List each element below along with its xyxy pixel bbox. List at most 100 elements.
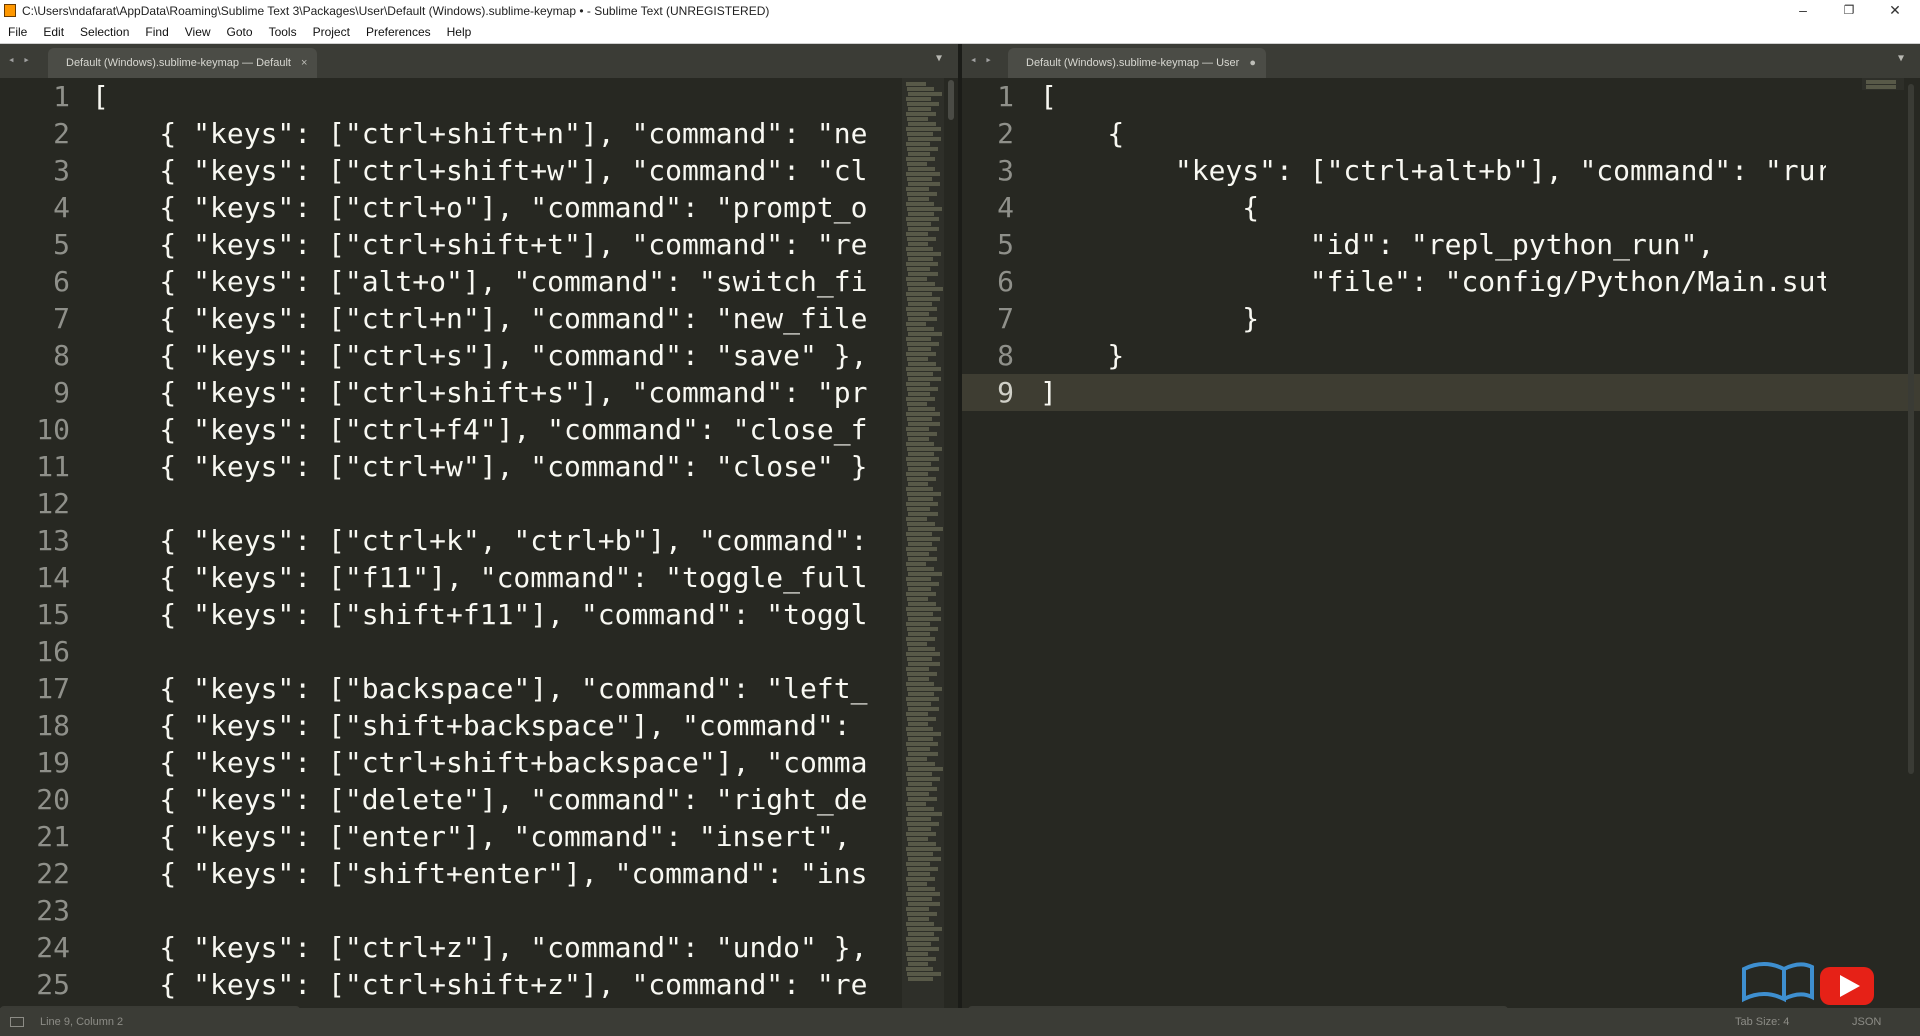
- code-line[interactable]: [: [1040, 78, 1057, 115]
- code-line[interactable]: { "keys": ["ctrl+shift+w"], "command": "…: [92, 152, 867, 189]
- status-cursor-position: Line 9, Column 2: [40, 1016, 124, 1028]
- panel-toggle-icon[interactable]: [10, 1017, 24, 1027]
- minimap-row: [908, 452, 934, 456]
- status-tab-size[interactable]: Tab Size: 4: [1735, 1016, 1789, 1028]
- minimap-row: [906, 502, 938, 506]
- left-tab-dropdown-icon[interactable]: ▼: [936, 53, 942, 64]
- code-line[interactable]: { "keys": ["shift+backspace"], "command"…: [92, 707, 850, 744]
- code-line[interactable]: { "keys": ["shift+f11"], "command": "tog…: [92, 596, 867, 633]
- minimap-row: [907, 792, 929, 796]
- code-line[interactable]: ]: [1040, 374, 1057, 411]
- menu-item-find[interactable]: Find: [137, 22, 176, 39]
- code-line[interactable]: { "keys": ["backspace"], "command": "lef…: [92, 670, 867, 707]
- minimap-row: [906, 172, 940, 176]
- minimap-row: [908, 617, 941, 621]
- menu-item-project[interactable]: Project: [305, 22, 358, 39]
- close-button[interactable]: ✕: [1872, 0, 1918, 22]
- minimap-row: [906, 517, 927, 521]
- right-minimap[interactable]: [1862, 78, 1904, 90]
- code-line[interactable]: { "keys": ["f11"], "command": "toggle_fu…: [92, 559, 867, 596]
- code-line[interactable]: { "keys": ["ctrl+shift+n"], "command": "…: [92, 115, 867, 152]
- left-minimap[interactable]: [902, 78, 944, 1008]
- code-line[interactable]: "id": "repl_python_run",: [1040, 226, 1715, 263]
- minimap-row: [907, 747, 930, 751]
- minimap-row: [907, 702, 931, 706]
- minimap-row: [906, 682, 934, 686]
- code-line[interactable]: { "keys": ["ctrl+shift+t"], "command": "…: [92, 226, 867, 263]
- minimap-row: [906, 877, 935, 881]
- code-line[interactable]: { "keys": ["ctrl+z"], "command": "undo" …: [92, 929, 867, 966]
- tab-user-keymap[interactable]: Default (Windows).sublime-keymap — User ●: [1008, 48, 1266, 78]
- code-line[interactable]: { "keys": ["ctrl+shift+z"], "command": "…: [92, 966, 867, 1003]
- line-number: 24: [36, 931, 70, 964]
- minimap-row: [907, 312, 929, 316]
- tab-label: Default (Windows).sublime-keymap — Defau…: [66, 57, 291, 69]
- minimap-row: [907, 582, 939, 586]
- menu-item-goto[interactable]: Goto: [219, 22, 261, 39]
- minimap-row: [907, 387, 938, 391]
- tab-default-keymap[interactable]: Default (Windows).sublime-keymap — Defau…: [48, 48, 318, 78]
- code-line[interactable]: { "keys": ["ctrl+f4"], "command": "close…: [92, 411, 867, 448]
- code-line[interactable]: }: [1040, 337, 1124, 374]
- code-line[interactable]: { "keys": ["enter"], "command": "insert"…: [92, 818, 850, 855]
- code-line[interactable]: { "keys": ["shift+enter"], "command": "i…: [92, 855, 867, 892]
- line-number: 5: [53, 228, 70, 261]
- minimap-row: [908, 347, 931, 351]
- left-tab-nav-arrows[interactable]: ◂ ▸: [8, 53, 31, 66]
- right-code-area[interactable]: [ { "keys": ["ctrl+alt+b"], "command": "…: [1040, 78, 1826, 1008]
- right-tab-dropdown-icon[interactable]: ▼: [1898, 53, 1904, 64]
- minimap-row: [908, 647, 935, 651]
- line-number: 4: [997, 191, 1014, 224]
- channel-logo-watermark: [1742, 962, 1874, 1005]
- line-number: 8: [53, 339, 70, 372]
- minimap-row: [908, 632, 930, 636]
- minimap-row: [907, 807, 934, 811]
- menu-item-preferences[interactable]: Preferences: [358, 22, 439, 39]
- minimap-row: [906, 262, 938, 266]
- code-line[interactable]: { "keys": ["ctrl+s"], "command": "save" …: [92, 337, 867, 374]
- menu-item-help[interactable]: Help: [439, 22, 480, 39]
- minimap-row: [908, 827, 931, 831]
- code-line[interactable]: "file": "config/Python/Main.sut: [1040, 263, 1826, 300]
- menu-item-view[interactable]: View: [177, 22, 219, 39]
- left-code-area[interactable]: [ { "keys": ["ctrl+shift+n"], "command":…: [92, 78, 900, 1008]
- menu-item-selection[interactable]: Selection: [72, 22, 137, 39]
- code-line[interactable]: [: [92, 78, 109, 115]
- code-line[interactable]: { "keys": ["ctrl+k", "ctrl+b"], "command…: [92, 522, 867, 559]
- menu-item-edit[interactable]: Edit: [35, 22, 72, 39]
- line-number: 2: [997, 117, 1014, 150]
- right-vertical-scrollbar[interactable]: [1908, 84, 1914, 774]
- code-line[interactable]: { "keys": ["alt+o"], "command": "switch_…: [92, 263, 867, 300]
- menu-item-file[interactable]: File: [0, 22, 35, 39]
- tab-close-icon[interactable]: ×: [301, 57, 307, 69]
- minimap-row: [908, 377, 941, 381]
- menu-item-tools[interactable]: Tools: [261, 22, 305, 39]
- code-line[interactable]: "keys": ["ctrl+alt+b"], "command": "rur: [1040, 152, 1826, 189]
- code-line[interactable]: { "keys": ["ctrl+o"], "command": "prompt…: [92, 189, 867, 226]
- line-number: 20: [36, 783, 70, 816]
- left-editor-pane[interactable]: 1 2 3 4 5 6 7 8 9 10 11 12 13 14 15 16 17 18 19 20 21 22 23 24 2…: [0, 78, 958, 1008]
- line-number: 25: [36, 968, 70, 1001]
- minimap-row: [907, 882, 927, 886]
- code-line[interactable]: { "keys": ["delete"], "command": "right_…: [92, 781, 867, 818]
- code-line[interactable]: { "keys": ["ctrl+shift+s"], "command": "…: [92, 374, 867, 411]
- minimap-row: [907, 432, 937, 436]
- minimap-row: [907, 612, 933, 616]
- code-line[interactable]: {: [1040, 189, 1259, 226]
- right-editor-pane[interactable]: 1 2 3 4 5 6 7 8 9 [ { "keys": ["ctrl+alt+b"], "c…: [962, 78, 1920, 1008]
- minimap-row: [907, 912, 937, 916]
- tab-dirty-icon[interactable]: ●: [1249, 57, 1256, 69]
- minimize-button[interactable]: –: [1780, 0, 1826, 22]
- left-vertical-scrollbar[interactable]: [948, 80, 954, 120]
- status-syntax[interactable]: JSON: [1852, 1016, 1881, 1028]
- right-tab-nav-arrows[interactable]: ◂ ▸: [970, 53, 993, 66]
- maximize-button[interactable]: ❐: [1826, 0, 1872, 22]
- minimap-row: [906, 202, 934, 206]
- code-line[interactable]: { "keys": ["ctrl+shift+backspace"], "com…: [92, 744, 867, 781]
- minimap-row: [908, 482, 928, 486]
- code-line[interactable]: { "keys": ["ctrl+w"], "command": "close"…: [92, 448, 867, 485]
- minimap-row: [908, 332, 942, 336]
- code-line[interactable]: { "keys": ["ctrl+n"], "command": "new_fi…: [92, 300, 867, 337]
- code-line[interactable]: {: [1040, 115, 1124, 152]
- code-line[interactable]: }: [1040, 300, 1259, 337]
